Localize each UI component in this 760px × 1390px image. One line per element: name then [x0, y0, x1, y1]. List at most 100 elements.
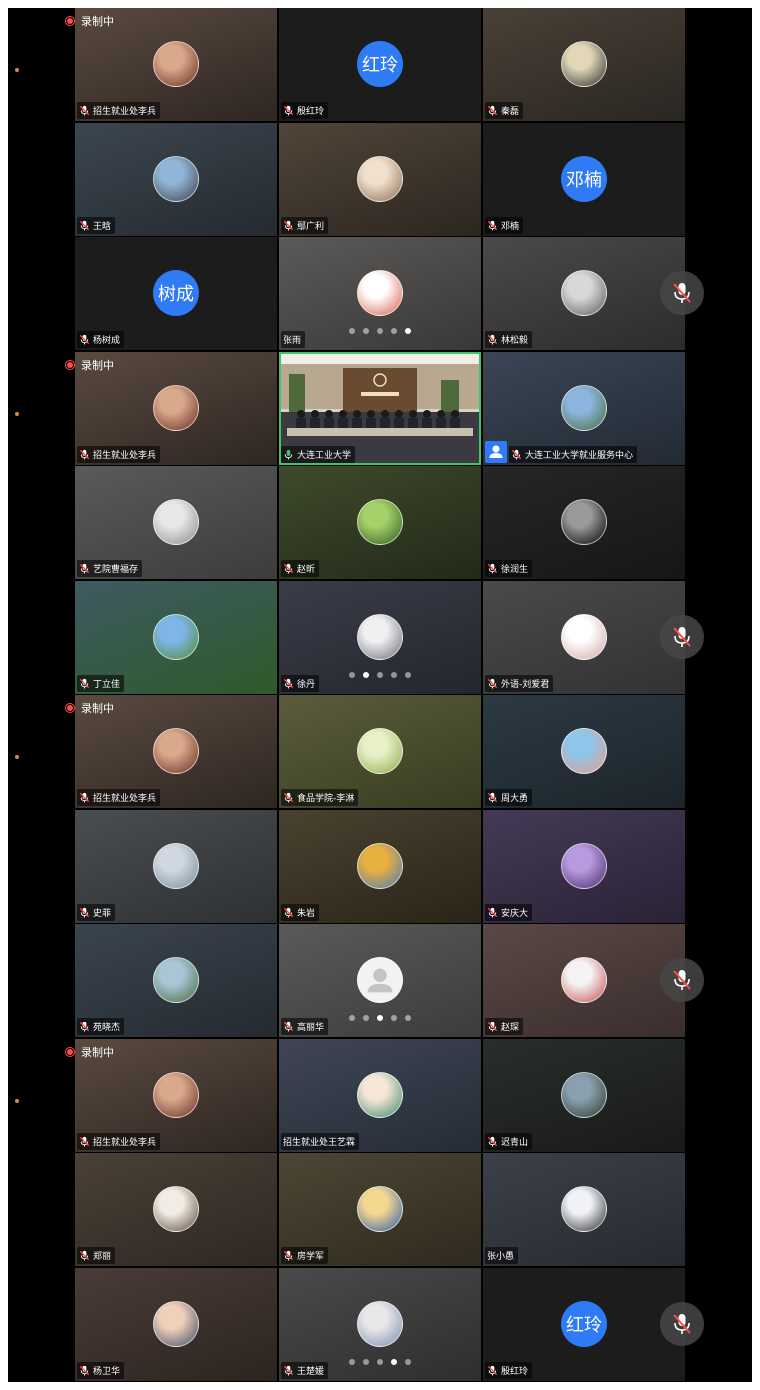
- participant-tile[interactable]: 红玲 殷红玲: [279, 8, 481, 121]
- participant-name-label: 张小愚: [485, 1247, 519, 1264]
- participant-avatar: [153, 156, 199, 202]
- participant-tile[interactable]: 徐丹: [279, 581, 481, 694]
- microphone-muted-icon: [79, 1136, 90, 1147]
- participant-name: 安庆大: [501, 909, 529, 919]
- participant-tile[interactable]: 秦磊: [483, 8, 685, 121]
- page-dot[interactable]: [377, 672, 383, 678]
- page-dot[interactable]: [377, 1015, 383, 1021]
- participant-row: 树成 杨树成 张雨 林松毅: [75, 237, 685, 351]
- mute-toggle-button[interactable]: [660, 271, 704, 315]
- mute-toggle-button[interactable]: [660, 1302, 704, 1346]
- participant-name-label: 食品学院-李淋: [281, 789, 359, 806]
- page-dot[interactable]: [405, 1359, 411, 1365]
- page-dot[interactable]: [391, 328, 397, 334]
- participant-name-label: 房学军: [281, 1247, 329, 1264]
- participant-tile[interactable]: 大连工业大学就业服务中心: [483, 352, 685, 465]
- page-dot[interactable]: [405, 328, 411, 334]
- participant-tile[interactable]: 王晗: [75, 123, 277, 236]
- participant-tile[interactable]: 外语-刘爱君: [483, 581, 685, 694]
- participant-tile[interactable]: 赵琛: [483, 924, 685, 1037]
- meeting-gallery-window: 招生就业处李兵 录制中 红玲 殷红玲 秦磊 王晗 鄢广利 邓楠 邓楠 树成 杨树成 张雨 林松毅 招生就业…: [8, 8, 752, 1382]
- participant-tile[interactable]: 杨卫华: [75, 1268, 277, 1381]
- microphone-muted-icon: [79, 678, 90, 689]
- participant-tile[interactable]: 林松毅: [483, 237, 685, 350]
- participant-name: 张小愚: [487, 1252, 515, 1262]
- page-dot[interactable]: [363, 672, 369, 678]
- participant-tile[interactable]: 苑晓杰: [75, 924, 277, 1037]
- page-dot[interactable]: [349, 672, 355, 678]
- side-marker: [15, 1099, 19, 1103]
- page-dot[interactable]: [363, 1015, 369, 1021]
- participant-tile[interactable]: 食品学院-李淋: [279, 695, 481, 808]
- participant-avatar: [153, 385, 199, 431]
- participant-tile[interactable]: 高丽华: [279, 924, 481, 1037]
- participant-tile[interactable]: 招生就业处李兵 录制中: [65, 8, 277, 121]
- participant-row: 招生就业处李兵 录制中 大连工业大学 大连工业大学就业服务中心: [65, 352, 685, 466]
- participant-tile[interactable]: 周大勇: [483, 695, 685, 808]
- page-dot[interactable]: [349, 328, 355, 334]
- participant-tile[interactable]: 招生就业处王艺霖: [279, 1039, 481, 1152]
- recording-indicator: 录制中: [65, 1044, 114, 1060]
- page-indicator-dots[interactable]: [279, 328, 481, 334]
- recording-label: 录制中: [81, 15, 114, 28]
- participant-name-label: 杨卫华: [77, 1362, 125, 1379]
- recording-dot-icon: [65, 16, 75, 26]
- participant-tile[interactable]: 艺院曹福存: [75, 466, 277, 579]
- mute-toggle-button[interactable]: [660, 615, 704, 659]
- recording-label: 录制中: [81, 1046, 114, 1059]
- page-dot[interactable]: [349, 1015, 355, 1021]
- page-dot[interactable]: [405, 1015, 411, 1021]
- participant-avatar: [357, 156, 403, 202]
- page-dot[interactable]: [391, 1359, 397, 1365]
- microphone-muted-icon: [79, 907, 90, 918]
- participant-name: 徐丹: [297, 680, 316, 690]
- microphone-active-icon: [284, 449, 293, 460]
- default-user-avatar: [357, 957, 403, 1003]
- participant-tile[interactable]: 红玲 殷红玲: [483, 1268, 685, 1381]
- page-indicator-dots[interactable]: [279, 1359, 481, 1365]
- participant-tile[interactable]: 树成 杨树成: [75, 237, 277, 350]
- microphone-muted-icon: [511, 449, 522, 460]
- microphone-muted-icon: [283, 563, 294, 574]
- participant-tile[interactable]: 张雨: [279, 237, 481, 350]
- microphone-muted-icon: [79, 1021, 90, 1032]
- mute-toggle-button[interactable]: [660, 958, 704, 1002]
- participant-avatar: [357, 1072, 403, 1118]
- participant-tile[interactable]: 徐润生: [483, 466, 685, 579]
- participant-tile[interactable]: 房学军: [279, 1153, 481, 1266]
- participant-tile[interactable]: 史菲: [75, 810, 277, 923]
- participant-name: 张雨: [283, 336, 302, 346]
- participant-tile[interactable]: 王楚媛: [279, 1268, 481, 1381]
- page-dot[interactable]: [363, 1359, 369, 1365]
- page-dot[interactable]: [349, 1359, 355, 1365]
- page-indicator-dots[interactable]: [279, 672, 481, 678]
- page-dot[interactable]: [405, 672, 411, 678]
- participant-tile[interactable]: 邓楠 邓楠: [483, 123, 685, 236]
- participant-tile[interactable]: 鄢广利: [279, 123, 481, 236]
- participant-name: 外语-刘爱君: [501, 680, 550, 690]
- participant-name: 周大勇: [501, 794, 529, 804]
- participant-tile[interactable]: 赵昕: [279, 466, 481, 579]
- page-dot[interactable]: [363, 328, 369, 334]
- participant-name: 朱岩: [297, 909, 316, 919]
- participant-tile[interactable]: 丁立佳: [75, 581, 277, 694]
- page-dot[interactable]: [377, 1359, 383, 1365]
- page-dot[interactable]: [391, 1015, 397, 1021]
- participant-tile[interactable]: 朱岩: [279, 810, 481, 923]
- participant-tile[interactable]: 迟青山: [483, 1039, 685, 1152]
- microphone-muted-icon: [283, 792, 294, 803]
- participant-tile[interactable]: 大连工业大学: [279, 352, 481, 465]
- side-marker: [15, 68, 19, 72]
- page-indicator-dots[interactable]: [279, 1015, 481, 1021]
- participant-tile[interactable]: 安庆大: [483, 810, 685, 923]
- participant-avatar: [561, 1072, 607, 1118]
- participant-tile[interactable]: 招生就业处李兵 录制中: [65, 352, 277, 465]
- participant-name: 招生就业处李兵: [93, 1138, 157, 1148]
- participant-tile[interactable]: 郑丽: [75, 1153, 277, 1266]
- participant-tile[interactable]: 张小愚: [483, 1153, 685, 1266]
- participant-tile[interactable]: 招生就业处李兵 录制中: [65, 1039, 277, 1152]
- microphone-muted-icon: [79, 1250, 90, 1261]
- page-dot[interactable]: [377, 328, 383, 334]
- page-dot[interactable]: [391, 672, 397, 678]
- participant-tile[interactable]: 招生就业处李兵 录制中: [65, 695, 277, 808]
